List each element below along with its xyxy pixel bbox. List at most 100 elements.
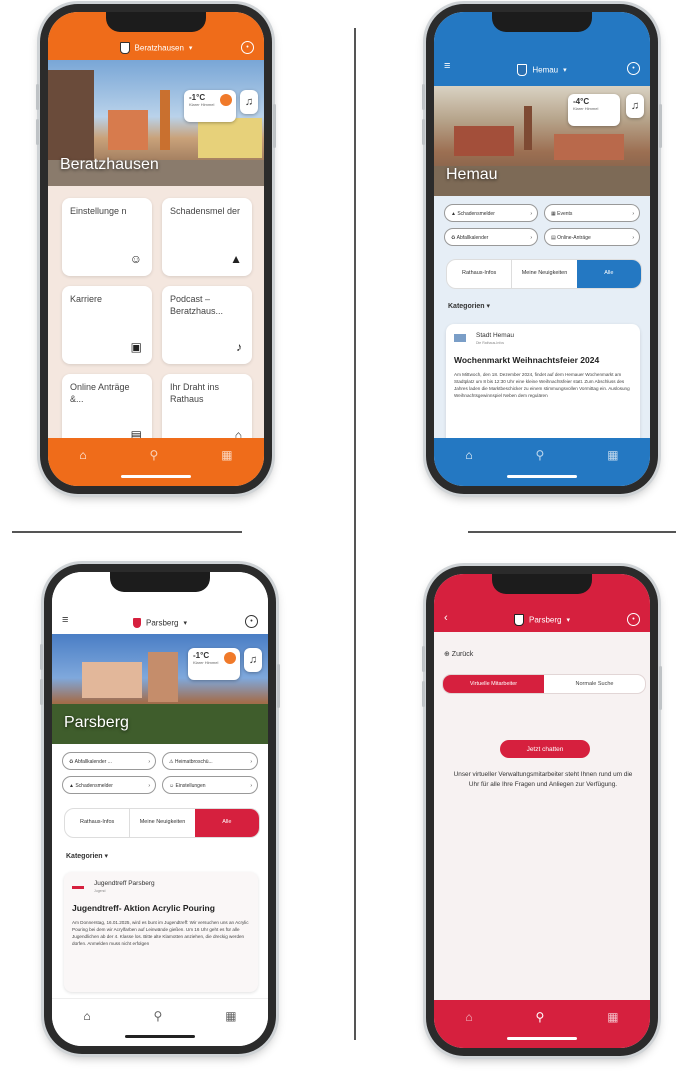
back-link[interactable]: ⊕ Zurück bbox=[444, 650, 473, 658]
post-body: Am Donnerstag, 16.01.2025, wird es bunt … bbox=[72, 920, 249, 947]
calendar-icon[interactable]: ▦ bbox=[225, 1009, 236, 1023]
horizontal-divider-left bbox=[12, 531, 242, 533]
warning-icon: ▲ bbox=[230, 252, 242, 267]
location-selector[interactable]: Beratzhausen ▾ bbox=[119, 42, 192, 54]
town-crest-icon bbox=[133, 618, 141, 628]
jugendtreff-logo-icon bbox=[72, 886, 84, 889]
tile-schadensmelder[interactable]: Schadensmel der ▲ bbox=[162, 198, 252, 276]
chevron-right-icon: › bbox=[250, 759, 252, 765]
home-icon[interactable]: ⌂ bbox=[79, 448, 86, 462]
chip-schadensmelder[interactable]: ▲ Schadensmelder › bbox=[62, 776, 156, 794]
tab-alle[interactable]: Alle bbox=[576, 260, 641, 288]
menu-icon[interactable]: ≡ bbox=[62, 614, 68, 626]
news-post[interactable]: Stadt Hemau Die Rathaus-Infos Wochenmark… bbox=[446, 324, 640, 452]
home-indicator bbox=[507, 1037, 577, 1040]
chip-einstellungen[interactable]: ☺ Einstellungen › bbox=[162, 776, 258, 794]
weather-widget[interactable]: -4°C Klarer Himmel bbox=[568, 94, 620, 126]
chip-events[interactable]: ▦ Events › bbox=[544, 204, 640, 222]
phone-notch bbox=[492, 574, 592, 594]
bell-icon[interactable]: ♫ bbox=[626, 94, 644, 118]
hero-image: Parsberg -1°C Klarer Himmel ♫ bbox=[52, 634, 268, 744]
horizontal-divider-right bbox=[468, 531, 676, 533]
search-icon[interactable]: ⚲ bbox=[536, 1010, 545, 1024]
chip-online-antraege[interactable]: ▤ Online-Anträge › bbox=[544, 228, 640, 246]
tile-einstellungen[interactable]: Einstellunge n ☺ bbox=[62, 198, 152, 276]
search-icon[interactable]: ⚲ bbox=[536, 448, 545, 462]
home-indicator bbox=[507, 475, 577, 478]
chevron-right-icon: › bbox=[632, 235, 634, 241]
chip-heimatbroschuere[interactable]: ⚠ Heimatbroschü... › bbox=[162, 752, 258, 770]
phone-notch bbox=[110, 572, 210, 592]
post-source: Jugendtreff Parsberg bbox=[94, 880, 155, 887]
phone-beratzhausen: Beratzhausen ▾ • Beratzhausen -1°C Klarer… bbox=[36, 4, 276, 494]
calendar-icon[interactable]: ▦ bbox=[607, 1010, 618, 1024]
hero-image: Hemau -4°C Klarer Himmel ♫ bbox=[434, 86, 650, 196]
town-crest-icon bbox=[517, 64, 528, 76]
categories-dropdown[interactable]: Kategorien ▾ bbox=[448, 302, 490, 310]
location-selector[interactable]: Parsberg ▾ bbox=[133, 618, 187, 628]
phone-parsberg-news: ≡ Parsberg ▾ • Parsberg -1°C Klarer Himme… bbox=[40, 564, 280, 1054]
chat-now-button[interactable]: Jetzt chatten bbox=[500, 740, 590, 758]
hero-city-name: Hemau bbox=[446, 166, 498, 183]
calendar-icon[interactable]: ▦ bbox=[607, 448, 618, 462]
microphone-icon: ♪ bbox=[236, 340, 242, 355]
home-icon[interactable]: ⌂ bbox=[465, 448, 472, 462]
bottom-nav: ⌂ ⚲ ▦ bbox=[48, 438, 264, 486]
chevron-right-icon: › bbox=[250, 783, 252, 789]
weather-widget[interactable]: -1°C Klarer Himmel bbox=[184, 90, 236, 122]
briefcase-icon: ▣ bbox=[130, 340, 142, 355]
hero-image: Beratzhausen -1°C Klarer Himmel ♫ bbox=[48, 60, 264, 186]
town-crest-icon bbox=[454, 334, 466, 342]
weather-widget[interactable]: -1°C Klarer Himmel bbox=[188, 648, 240, 680]
post-title: Jugendtreff- Aktion Acrylic Pouring bbox=[72, 903, 215, 913]
town-crest-icon bbox=[514, 614, 524, 626]
news-filter-tabs: Rathaus-Infos Meine Neuigkeiten Alle bbox=[64, 808, 260, 838]
chevron-right-icon: › bbox=[148, 759, 150, 765]
account-icon[interactable]: • bbox=[245, 615, 258, 628]
tab-meine-neuigkeiten[interactable]: Meine Neuigkeiten bbox=[511, 260, 576, 288]
account-icon[interactable]: • bbox=[241, 41, 254, 54]
location-selector[interactable]: Hemau ▾ bbox=[517, 64, 567, 76]
news-post[interactable]: Jugendtreff Parsberg Jugend Jugendtreff-… bbox=[64, 872, 258, 992]
search-icon[interactable]: ⚲ bbox=[150, 448, 159, 462]
tab-rathaus-infos[interactable]: Rathaus-Infos bbox=[447, 260, 511, 288]
tile-karriere[interactable]: Karriere ▣ bbox=[62, 286, 152, 364]
home-indicator bbox=[121, 475, 191, 478]
assistant-tabs: Virtuelle Mitarbeiter Normale Suche bbox=[442, 674, 646, 694]
back-arrow-icon[interactable]: ‹ bbox=[444, 612, 448, 624]
chip-abfallkalender[interactable]: ♻ Abfallkalender ... › bbox=[62, 752, 156, 770]
chevron-right-icon: › bbox=[530, 235, 532, 241]
tab-normale-suche[interactable]: Normale Suche bbox=[544, 675, 645, 693]
phone-notch bbox=[492, 12, 592, 32]
menu-icon[interactable]: ≡ bbox=[444, 60, 450, 72]
chevron-right-icon: › bbox=[632, 211, 634, 217]
tab-rathaus-infos[interactable]: Rathaus-Infos bbox=[65, 809, 129, 837]
phone-parsberg-chat: ‹ Parsberg ▾ • ⊕ Zurück Virtuelle Mitarbe… bbox=[422, 566, 662, 1056]
chevron-down-icon: ▾ bbox=[563, 67, 567, 74]
bell-icon[interactable]: ♫ bbox=[244, 648, 262, 672]
tab-alle[interactable]: Alle bbox=[194, 809, 259, 837]
home-icon[interactable]: ⌂ bbox=[83, 1009, 90, 1023]
chevron-down-icon: ▾ bbox=[566, 617, 570, 624]
tile-podcast[interactable]: Podcast – Beratzhaus... ♪ bbox=[162, 286, 252, 364]
chip-abfallkalender[interactable]: ♻ Abfallkalender › bbox=[444, 228, 538, 246]
bottom-nav: ⌂ ⚲ ▦ bbox=[52, 998, 268, 1046]
tab-virtuelle-mitarbeiter[interactable]: Virtuelle Mitarbeiter bbox=[443, 675, 544, 693]
sun-icon bbox=[224, 652, 236, 664]
post-body: Am Mittwoch, den 18. Dezember 2024, find… bbox=[454, 372, 630, 399]
categories-dropdown[interactable]: Kategorien ▾ bbox=[66, 852, 108, 860]
chevron-down-icon: ▾ bbox=[183, 620, 187, 627]
calendar-icon[interactable]: ▦ bbox=[221, 448, 232, 462]
account-icon[interactable]: • bbox=[627, 62, 640, 75]
sun-icon bbox=[220, 94, 232, 106]
tab-meine-neuigkeiten[interactable]: Meine Neuigkeiten bbox=[129, 809, 194, 837]
chip-schadensmelder[interactable]: ▲ Schadensmelder › bbox=[444, 204, 538, 222]
location-selector[interactable]: Parsberg ▾ bbox=[514, 614, 570, 626]
bell-icon[interactable]: ♫ bbox=[240, 90, 258, 114]
search-icon[interactable]: ⚲ bbox=[154, 1009, 163, 1023]
account-icon: ☺ bbox=[129, 252, 142, 267]
chevron-right-icon: › bbox=[530, 211, 532, 217]
home-icon[interactable]: ⌂ bbox=[465, 1010, 472, 1024]
account-icon[interactable]: • bbox=[627, 613, 640, 626]
vertical-divider bbox=[354, 28, 356, 1040]
